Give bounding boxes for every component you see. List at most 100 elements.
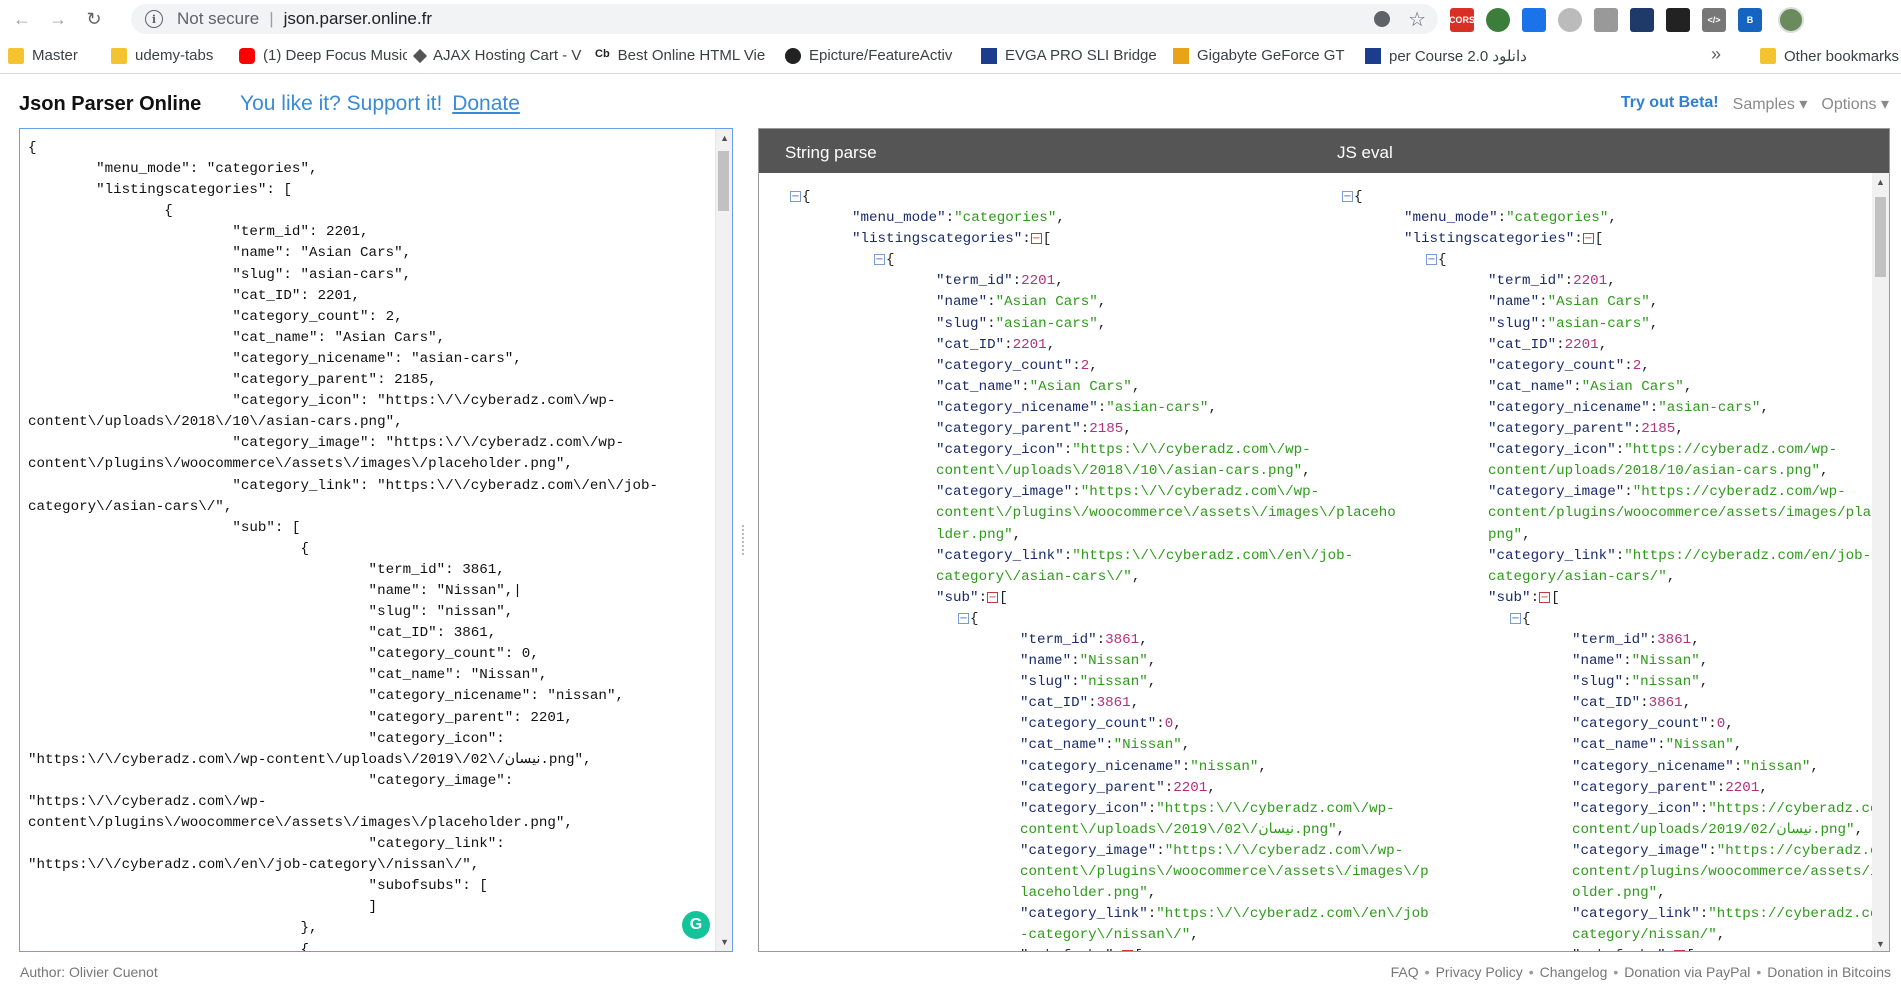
collapse-toggle-icon[interactable]: − — [1510, 612, 1521, 624]
tree-line: older.png", — [1342, 883, 1889, 904]
tree-line: lder.png", — [790, 525, 1429, 546]
code-extension-icon[interactable]: </> — [1702, 8, 1726, 32]
tag-extension-icon[interactable] — [1594, 8, 1618, 32]
collapse-toggle-icon[interactable]: − — [874, 254, 885, 266]
faq-link[interactable]: FAQ — [1391, 964, 1419, 980]
tree-key: "category_nicename" — [1020, 758, 1182, 775]
editor-scrollbar[interactable]: ▲ ▼ — [715, 129, 732, 951]
tree-line: "name":"Asian Cars", — [1342, 292, 1889, 313]
bookmark-epicture[interactable]: Epicture/FeatureActiv — [777, 42, 973, 70]
tree-value: "Nissan" — [1665, 737, 1734, 754]
globe-extension-icon[interactable] — [1486, 8, 1510, 32]
other-bookmarks[interactable]: Other bookmarks — [1752, 42, 1901, 70]
tree-colon: : — [1573, 378, 1582, 395]
back-arrow-icon[interactable]: ← — [8, 5, 36, 33]
try-beta-link[interactable]: Try out Beta! — [1621, 94, 1719, 114]
tree-line: "category_link":"https://cyberadz.com/en… — [1342, 904, 1889, 925]
collapse-toggle-icon[interactable]: − — [1582, 232, 1594, 244]
bookmarks-overflow-chevron[interactable]: » — [1711, 44, 1721, 65]
tree-key: "cat_name" — [936, 378, 1022, 395]
url-text[interactable]: json.parser.online.fr — [284, 9, 432, 29]
tree-comma: , — [1131, 378, 1141, 395]
forward-arrow-icon[interactable]: → — [44, 5, 72, 33]
bookmark-star-icon[interactable]: ☆ — [1408, 7, 1426, 32]
output-scroll-thumb[interactable] — [1875, 197, 1886, 277]
folder-icon — [1760, 48, 1776, 64]
collapse-toggle-icon[interactable]: − — [987, 591, 999, 603]
json-input-text[interactable]: { "menu_mode": "categories", "listingsca… — [20, 129, 732, 951]
bookmark-ajax-hosting[interactable]: AJAX Hosting Cart - V — [407, 42, 587, 70]
tree-value: 2201 — [1725, 779, 1760, 796]
cookie-blocked-icon[interactable] — [1374, 11, 1390, 27]
bookmark-udemy-tabs[interactable]: udemy-tabs — [103, 42, 231, 70]
cors-extension-icon[interactable]: CORS — [1449, 8, 1475, 32]
react-extension-icon[interactable] — [1630, 8, 1654, 32]
donation-bitcoin-link[interactable]: Donation in Bitcoins — [1767, 964, 1891, 980]
tree-line: "category_link":"https:\/\/cyberadz.com\… — [790, 904, 1429, 925]
changelog-link[interactable]: Changelog — [1540, 964, 1608, 980]
collapse-toggle-icon[interactable]: − — [1122, 950, 1134, 951]
samples-menu[interactable]: Samples ▾ — [1733, 94, 1808, 114]
bookmark-course[interactable]: per Course 2.0 دانلود — [1357, 42, 1527, 70]
tree-comma: , — [1123, 421, 1132, 438]
evga-icon — [981, 47, 997, 64]
tree-line: "menu_mode":"categories", — [790, 208, 1429, 229]
bookmark-label: Other bookmarks — [1784, 47, 1900, 65]
tree-value: "https:\/\/cyberadz.com\/wp- — [1072, 442, 1311, 459]
tree-line: "category_icon":"https://cyberadz.com/wp… — [1342, 799, 1889, 820]
output-header: String parse JS eval — [759, 129, 1889, 173]
info-icon[interactable]: i — [145, 10, 163, 28]
collapse-toggle-icon[interactable]: − — [790, 190, 801, 202]
scroll-up-arrow-icon[interactable]: ▲ — [1876, 177, 1885, 187]
scroll-down-arrow-icon[interactable]: ▼ — [1876, 939, 1885, 949]
editor-scroll-thumb[interactable] — [718, 151, 729, 211]
js-eval-title: JS eval — [1337, 143, 1393, 162]
json-input-editor[interactable]: { "menu_mode": "categories", "listingsca… — [19, 128, 733, 952]
bookmark-master[interactable]: Master — [0, 42, 103, 70]
reload-icon[interactable]: ↻ — [80, 5, 108, 33]
bookmark-html-viewer[interactable]: Cb Best Online HTML Vie — [587, 42, 777, 70]
collapse-toggle-icon[interactable]: − — [1426, 254, 1437, 266]
tree-line: "term_id":2201, — [1342, 271, 1889, 292]
shield-extension-icon[interactable] — [1522, 8, 1546, 32]
b-extension-icon[interactable]: B — [1738, 8, 1762, 32]
scroll-up-arrow-icon[interactable]: ▲ — [720, 133, 729, 143]
bookmark-evga[interactable]: EVGA PRO SLI Bridge — [973, 42, 1165, 70]
tree-key: "category_image" — [1020, 842, 1157, 859]
collapse-toggle-icon[interactable]: − — [958, 612, 969, 624]
scroll-down-arrow-icon[interactable]: ▼ — [720, 937, 729, 947]
donation-paypal-link[interactable]: Donation via PayPal — [1624, 964, 1750, 980]
circle-extension-icon[interactable] — [1558, 8, 1582, 32]
output-scrollbar[interactable]: ▲ ▼ — [1872, 173, 1889, 951]
tree-brace: { — [970, 610, 979, 627]
document-extension-icon[interactable] — [1666, 8, 1690, 32]
tree-line: "category_image":"https:\/\/cyberadz.com… — [790, 482, 1429, 503]
tree-value: category/nissan/" — [1572, 927, 1717, 944]
tree-key: "cat_ID" — [936, 336, 1005, 353]
bookmark-gigabyte[interactable]: Gigabyte GeForce GT — [1165, 42, 1357, 70]
tree-comma: , — [1733, 737, 1743, 754]
collapse-toggle-icon[interactable]: − — [1342, 190, 1353, 202]
address-bar[interactable]: i Not secure | json.parser.online.fr ☆ — [131, 4, 1438, 34]
panel-splitter[interactable] — [742, 525, 746, 555]
options-menu[interactable]: Options ▾ — [1821, 94, 1889, 114]
tree-value: 2201 — [1021, 273, 1056, 290]
tree-value: "Asian Cars" — [995, 294, 1098, 311]
grammarly-icon[interactable]: G — [682, 911, 710, 939]
github-icon — [785, 47, 801, 64]
tree-colon: : — [1063, 442, 1073, 459]
tree-colon: : — [978, 589, 988, 606]
tree-line: category\/asian-cars\/", — [790, 567, 1429, 588]
tree-value: "https:\/\/cyberadz.com\/en\/job- — [1072, 547, 1354, 564]
privacy-policy-link[interactable]: Privacy Policy — [1436, 964, 1523, 980]
collapse-toggle-icon[interactable]: − — [1030, 232, 1042, 244]
collapse-toggle-icon[interactable]: − — [1539, 591, 1551, 603]
profile-avatar[interactable] — [1778, 7, 1804, 33]
tree-colon: : — [1088, 695, 1097, 712]
collapse-toggle-icon[interactable]: − — [1674, 950, 1686, 951]
tree-key: "category_nicename" — [1572, 758, 1734, 775]
tree-key: "category_icon" — [1572, 800, 1700, 817]
bookmark-deep-focus[interactable]: (1) Deep Focus Music — [231, 42, 407, 70]
tree-value: 2185 — [1641, 421, 1676, 438]
donate-link[interactable]: Donate — [452, 92, 520, 115]
